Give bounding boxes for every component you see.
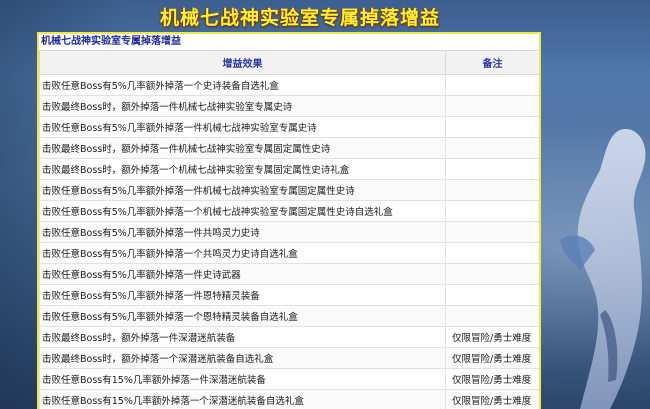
table-row: 击败任意Boss有5%几率额外掉落一件史诗武器 [39, 263, 539, 285]
column-header-effect: 增益效果 [39, 50, 446, 75]
effect-cell: 击败任意Boss有15%几率额外掉落一个深潜迷航装备自选礼盒 [39, 389, 446, 409]
note-cell [445, 158, 539, 180]
note-cell [445, 74, 539, 96]
table-header-row: 增益效果 备注 [39, 50, 539, 75]
effect-cell: 击败任意Boss有15%几率额外掉落一件深潜迷航装备 [39, 368, 446, 390]
table-row: 击败任意Boss有5%几率额外掉落一件共鸣灵力史诗 [39, 221, 539, 243]
table-row: 击败任意Boss有15%几率额外掉落一件深潜迷航装备 仅限冒险/勇士难度 [39, 368, 539, 390]
effect-cell: 击败任意Boss有5%几率额外掉落一个史诗装备自选礼盒 [39, 74, 446, 96]
effect-cell: 击败任意Boss有5%几率额外掉落一个机械七战神实验室专属固定属性史诗自选礼盒 [39, 200, 446, 222]
note-cell [445, 95, 539, 117]
character-illustration [560, 129, 646, 409]
effect-cell: 击败最终Boss时，额外掉落一个机械七战神实验室专属固定属性史诗礼盒 [39, 158, 446, 180]
note-cell: 仅限冒险/勇士难度 [445, 347, 539, 369]
table-row: 击败任意Boss有5%几率额外掉落一件机械七战神实验室专属固定属性史诗 [39, 179, 539, 201]
note-cell [445, 221, 539, 243]
note-cell [445, 242, 539, 264]
drop-bonus-panel: 机械七战神实验室专属掉落增益 增益效果 备注 击败任意Boss有5%几率额外掉落… [37, 32, 541, 409]
table-row: 击败最终Boss时，额外掉落一件深潜迷航装备 仅限冒险/勇士难度 [39, 326, 539, 348]
note-cell [445, 116, 539, 138]
note-cell [445, 200, 539, 222]
note-cell: 仅限冒险/勇士难度 [445, 326, 539, 348]
effect-cell: 击败任意Boss有5%几率额外掉落一个共鸣灵力史诗自选礼盒 [39, 242, 446, 264]
note-cell: 仅限冒险/勇士难度 [445, 368, 539, 390]
effect-cell: 击败任意Boss有5%几率额外掉落一个恩特精灵装备自选礼盒 [39, 305, 446, 327]
table-row: 击败任意Boss有15%几率额外掉落一个深潜迷航装备自选礼盒 仅限冒险/勇士难度 [39, 389, 539, 409]
table-row: 击败最终Boss时，额外掉落一个深潜迷航装备自选礼盒 仅限冒险/勇士难度 [39, 347, 539, 369]
table-row: 击败任意Boss有5%几率额外掉落一个史诗装备自选礼盒 [39, 74, 539, 96]
table-row: 击败任意Boss有5%几率额外掉落一个共鸣灵力史诗自选礼盒 [39, 242, 539, 264]
table-row: 击败最终Boss时，额外掉落一件机械七战神实验室专属史诗 [39, 95, 539, 117]
effect-cell: 击败最终Boss时，额外掉落一件深潜迷航装备 [39, 326, 446, 348]
note-cell [445, 284, 539, 306]
effect-cell: 击败最终Boss时，额外掉落一件机械七战神实验室专属史诗 [39, 95, 446, 117]
panel-title: 机械七战神实验室专属掉落增益 [39, 34, 539, 50]
effect-cell: 击败任意Boss有5%几率额外掉落一件机械七战神实验室专属史诗 [39, 116, 446, 138]
table-row: 击败任意Boss有5%几率额外掉落一个机械七战神实验室专属固定属性史诗自选礼盒 [39, 200, 539, 222]
effect-cell: 击败任意Boss有5%几率额外掉落一件共鸣灵力史诗 [39, 221, 446, 243]
note-cell [445, 179, 539, 201]
table-row: 击败任意Boss有5%几率额外掉落一个恩特精灵装备自选礼盒 [39, 305, 539, 327]
table-row: 击败任意Boss有5%几率额外掉落一件机械七战神实验室专属史诗 [39, 116, 539, 138]
effect-cell: 击败任意Boss有5%几率额外掉落一件史诗武器 [39, 263, 446, 285]
note-cell [445, 137, 539, 159]
page-title: 机械七战神实验室专属掉落增益 [159, 7, 440, 29]
note-cell [445, 305, 539, 327]
column-header-note: 备注 [445, 50, 539, 75]
effect-cell: 击败任意Boss有5%几率额外掉落一件机械七战神实验室专属固定属性史诗 [39, 179, 446, 201]
table-row: 击败最终Boss时，额外掉落一个机械七战神实验室专属固定属性史诗礼盒 [39, 158, 539, 180]
effect-cell: 击败最终Boss时，额外掉落一件机械七战神实验室专属固定属性史诗 [39, 137, 446, 159]
effect-cell: 击败最终Boss时，额外掉落一个深潜迷航装备自选礼盒 [39, 347, 446, 369]
note-cell: 仅限冒险/勇士难度 [445, 389, 539, 409]
note-cell [445, 263, 539, 285]
table-row: 击败最终Boss时，额外掉落一件机械七战神实验室专属固定属性史诗 [39, 137, 539, 159]
table-row: 击败任意Boss有5%几率额外掉落一件恩特精灵装备 [39, 284, 539, 306]
effect-cell: 击败任意Boss有5%几率额外掉落一件恩特精灵装备 [39, 284, 446, 306]
bonus-table: 增益效果 备注 击败任意Boss有5%几率额外掉落一个史诗装备自选礼盒 击败最终B… [39, 50, 539, 409]
